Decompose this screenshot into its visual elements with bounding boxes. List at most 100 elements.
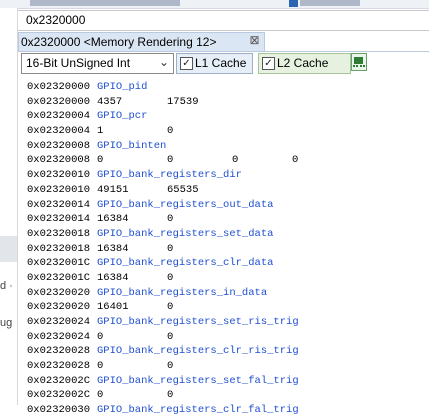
register-name: GPIO_bank_registers_set_fal_trig	[97, 374, 299, 387]
memory-address: 0x0232001C	[27, 257, 91, 270]
memory-address: 0x02320000	[27, 81, 91, 93]
memory-value[interactable]: 0	[167, 153, 173, 168]
memory-value[interactable]: 0	[167, 388, 173, 403]
tab-memory-rendering[interactable]: 0x2320000 <Memory Rendering 12> ⊠	[18, 32, 265, 52]
memory-value[interactable]: 0	[167, 300, 173, 315]
memory-row[interactable]: 0x02320014 GPIO_bank_registers_out_data	[27, 198, 427, 213]
memory-value[interactable]: 0	[167, 330, 173, 345]
memory-address: 0x02320024	[27, 316, 91, 328]
chip-icon[interactable]	[351, 53, 367, 71]
register-name: GPIO_bank_registers_set_data	[97, 227, 274, 240]
l2-cache-toggle[interactable]: ✓ L2 Cache	[258, 53, 351, 74]
memory-value[interactable]: 0	[97, 359, 103, 374]
memory-value[interactable]: 0	[167, 271, 173, 286]
memory-row[interactable]: 0x02320000 GPIO_pid	[27, 80, 427, 95]
tab-marker-icon[interactable]	[289, 0, 298, 7]
memory-value[interactable]: 0	[167, 359, 173, 374]
memory-address: 0x02320028	[27, 360, 91, 373]
register-name: GPIO_pcr	[97, 110, 148, 123]
memory-value[interactable]: 0	[167, 242, 173, 257]
register-name: GPIO_bank_registers_clr_ris_trig	[97, 345, 299, 358]
memory-row[interactable]: 0x02320008 GPIO_binten	[27, 139, 427, 154]
memory-address: 0x02320030	[27, 404, 91, 417]
memory-row[interactable]: 0x02320030 GPIO_bank_registers_clr_fal_tr…	[27, 403, 427, 418]
left-panel-text: d ·	[0, 280, 13, 292]
chip-pins	[353, 65, 365, 69]
checkbox-icon[interactable]: ✓	[180, 57, 193, 70]
memory-value[interactable]: 0	[167, 212, 173, 227]
memory-address: 0x02320014	[27, 198, 91, 211]
register-name: GPIO_bank_registers_out_data	[97, 198, 274, 211]
memory-address: 0x02320028	[27, 345, 91, 358]
memory-address: 0x02320010	[27, 169, 91, 182]
l1-cache-toggle[interactable]: ✓ L1 Cache	[176, 53, 253, 74]
memory-address: 0x02320018	[27, 242, 91, 255]
close-icon[interactable]: ⊠	[248, 34, 261, 47]
memory-rendering-view[interactable]: 0x02320000 GPIO_pid 0x02320000 4357 17539 0x0…	[27, 80, 427, 418]
memory-value[interactable]: 17539	[167, 95, 199, 110]
memory-value[interactable]: 0	[232, 153, 238, 168]
memory-row[interactable]: 0x0232002C GPIO_bank_registers_set_fal_tr…	[27, 374, 427, 389]
left-panel-text: ug	[0, 317, 13, 329]
memory-address: 0x02320004	[27, 125, 91, 138]
address-bar	[18, 10, 429, 31]
chip-body	[354, 57, 363, 64]
memory-value[interactable]: 0	[97, 388, 103, 403]
memory-row[interactable]: 0x02320018 GPIO_bank_registers_set_data	[27, 227, 427, 242]
register-name: GPIO_bank_registers_clr_fal_trig	[97, 404, 299, 417]
memory-value[interactable]: 0	[97, 330, 103, 345]
format-select[interactable]: 16-Bit UnSigned Int ⌄	[21, 53, 174, 74]
memory-row[interactable]: 0x02320010 GPIO_bank_registers_dir	[27, 168, 427, 183]
address-input[interactable]	[26, 12, 406, 27]
register-name: GPIO_bank_registers_clr_data	[97, 257, 274, 270]
memory-row[interactable]: 0x02320010 49151 65535	[27, 183, 427, 198]
memory-row[interactable]: 0x02320020 16401 0	[27, 300, 427, 315]
memory-address: 0x02320004	[27, 110, 91, 123]
memory-value[interactable]: 1	[97, 124, 103, 139]
memory-row[interactable]: 0x0232001C 16384 0	[27, 271, 427, 286]
format-select-value: 16-Bit UnSigned Int	[26, 56, 131, 70]
l2-cache-label: L2 Cache	[277, 56, 329, 70]
register-name: GPIO_pid	[97, 81, 148, 93]
memory-address: 0x02320010	[27, 183, 91, 196]
checkbox-icon[interactable]: ✓	[262, 57, 275, 70]
memory-row[interactable]: 0x02320000 4357 17539	[27, 95, 427, 110]
memory-value[interactable]: 0	[292, 153, 298, 168]
memory-row[interactable]: 0x02320028 0 0	[27, 359, 427, 374]
memory-row[interactable]: 0x02320024 0 0	[27, 330, 427, 345]
left-panel-edge: d · ug	[0, 8, 18, 405]
memory-row[interactable]: 0x02320018 16384 0	[27, 242, 427, 257]
memory-value[interactable]: 16384	[97, 271, 129, 286]
memory-address: 0x02320024	[27, 330, 91, 343]
memory-value[interactable]: 49151	[97, 183, 129, 198]
memory-value[interactable]: 16384	[97, 242, 129, 257]
memory-row[interactable]: 0x02320004 GPIO_pcr	[27, 109, 427, 124]
memory-address: 0x02320014	[27, 213, 91, 226]
memory-row[interactable]: 0x0232002C 0 0	[27, 388, 427, 403]
memory-value[interactable]: 16401	[97, 300, 129, 315]
chevron-down-icon: ⌄	[158, 55, 169, 69]
memory-address: 0x02320018	[27, 227, 91, 240]
memory-address: 0x02320008	[27, 154, 91, 167]
memory-address: 0x02320000	[27, 95, 91, 108]
memory-value[interactable]: 0	[167, 124, 173, 139]
memory-row[interactable]: 0x02320024 GPIO_bank_registers_set_ris_tr…	[27, 315, 427, 330]
register-name: GPIO_bank_registers_set_ris_trig	[97, 316, 299, 328]
memory-value[interactable]: 0	[97, 153, 103, 168]
memory-row[interactable]: 0x02320020 GPIO_bank_registers_in_data	[27, 286, 427, 301]
register-name: GPIO_bank_registers_in_data	[97, 286, 268, 299]
memory-value[interactable]: 4357	[97, 95, 122, 110]
memory-address: 0x02320008	[27, 139, 91, 152]
memory-row[interactable]: 0x02320014 16384 0	[27, 212, 427, 227]
memory-value[interactable]: 16384	[97, 212, 129, 227]
left-panel-highlight	[0, 236, 17, 262]
tab-fragment	[30, 0, 180, 6]
rendering-toolbar: 16-Bit UnSigned Int ⌄ ✓ L1 Cache ✓ L2 Ca…	[18, 52, 429, 76]
memory-row[interactable]: 0x02320008 0 0 0 0	[27, 153, 427, 168]
memory-row[interactable]: 0x0232001C GPIO_bank_registers_clr_data	[27, 256, 427, 271]
memory-row[interactable]: 0x02320004 1 0	[27, 124, 427, 139]
memory-address: 0x0232002C	[27, 389, 91, 402]
register-name: GPIO_binten	[97, 139, 167, 152]
memory-value[interactable]: 65535	[167, 183, 199, 198]
memory-row[interactable]: 0x02320028 GPIO_bank_registers_clr_ris_tr…	[27, 344, 427, 359]
